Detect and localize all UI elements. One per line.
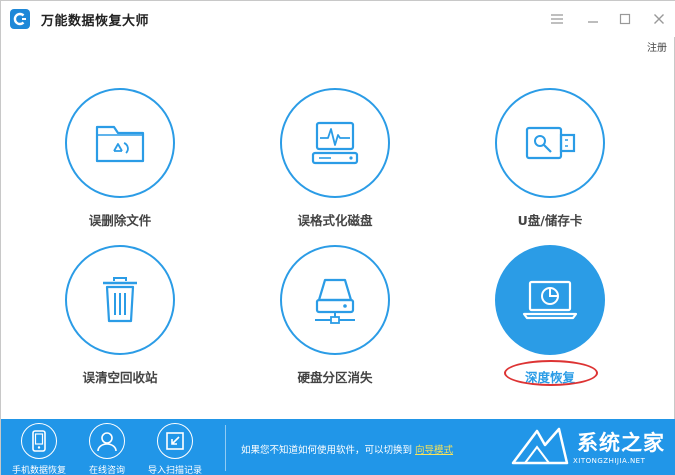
tile-deep-recovery[interactable]: 深度恢复 <box>483 245 623 395</box>
user-support-icon <box>89 423 125 459</box>
tile-label: 硬盘分区消失 <box>297 370 373 385</box>
import-icon <box>157 423 193 459</box>
tile-recycle-bin[interactable]: 误清空回收站 <box>53 245 193 395</box>
tile-label: 误格式化磁盘 <box>297 213 373 228</box>
phone-icon <box>21 423 57 459</box>
hard-drive-partition-icon <box>315 278 355 324</box>
highlight-oval <box>504 360 598 386</box>
usb-drive-icon <box>525 126 576 160</box>
formatted-disk-icon <box>311 121 359 165</box>
tile-deleted-files[interactable]: 误删除文件 <box>53 88 193 238</box>
tile-circle <box>280 88 390 198</box>
tile-formatted-disk[interactable]: 误格式化磁盘 <box>268 88 408 238</box>
close-icon[interactable] <box>651 11 667 27</box>
app-logo-icon <box>10 9 30 29</box>
maximize-icon[interactable] <box>617 11 633 27</box>
app-window: 万能数据恢复大师 注册 误删除文件 误格式化磁盘 U盘/储存卡 误清空回收站 硬… <box>0 0 675 475</box>
deleted-folder-icon <box>95 125 145 163</box>
recycle-bin-icon <box>103 277 137 323</box>
title-bar: 万能数据恢复大师 <box>1 1 675 37</box>
tile-circle <box>495 88 605 198</box>
online-support-button[interactable]: 在线咨询 <box>73 421 141 475</box>
import-scan-button[interactable]: 导入扫描记录 <box>141 421 209 475</box>
watermark-logo-icon <box>511 427 569 465</box>
tile-label: U盘/储存卡 <box>517 213 583 228</box>
tile-label: 误清空回收站 <box>82 370 158 385</box>
tile-circle <box>495 245 605 355</box>
tile-label: 误删除文件 <box>88 213 152 228</box>
minimize-icon[interactable] <box>585 11 601 27</box>
watermark: 系统之家 XITONGZHIJIA.NET <box>507 421 675 473</box>
tile-partition-lost[interactable]: 硬盘分区消失 <box>268 245 408 395</box>
import-scan-label: 导入扫描记录 <box>147 466 202 475</box>
tile-circle <box>280 245 390 355</box>
tile-usb-drive[interactable]: U盘/储存卡 <box>483 88 623 238</box>
register-link[interactable]: 注册 <box>647 39 667 54</box>
hint-message: 如果您不知道如何使用软件，可以切换到 <box>241 445 413 456</box>
watermark-url: XITONGZHIJIA.NET <box>573 457 646 465</box>
deep-recovery-laptop-icon <box>522 280 578 320</box>
divider <box>225 425 226 471</box>
tile-circle <box>65 245 175 355</box>
watermark-brand: 系统之家 <box>577 431 665 455</box>
phone-recovery-button[interactable]: 手机数据恢复 <box>5 421 73 475</box>
hint-text: 如果您不知道如何使用软件，可以切换到 向导模式 <box>241 442 453 456</box>
tile-circle <box>65 88 175 198</box>
app-title: 万能数据恢复大师 <box>41 14 150 29</box>
wizard-mode-link[interactable]: 向导模式 <box>415 445 453 456</box>
menu-icon[interactable] <box>549 11 565 27</box>
